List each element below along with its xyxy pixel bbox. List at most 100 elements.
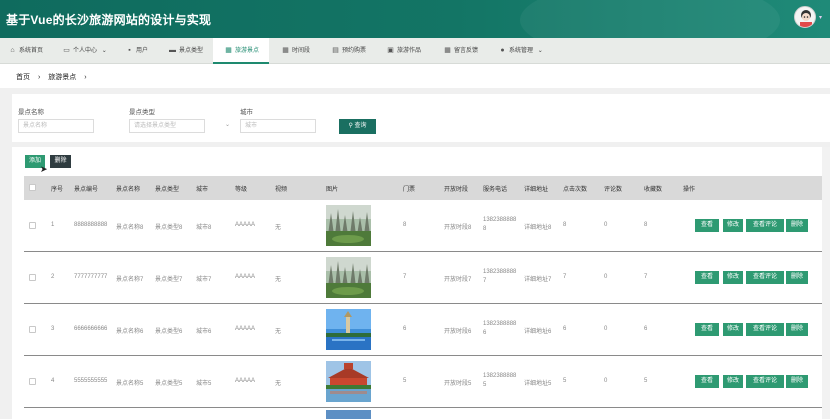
- cell-address: 详细地址6: [524, 329, 552, 335]
- nav-item-profile[interactable]: ▭ 个人中心 ⌄: [62, 38, 107, 64]
- row-delete-button[interactable]: 删除: [786, 219, 808, 232]
- column-header: 图片: [326, 187, 339, 193]
- view-button[interactable]: 查看: [695, 323, 719, 336]
- table-row: 3 6666666666 景点名称6 景点类型6 城市6 AAAAA 无 6 开…: [24, 304, 830, 356]
- column-header: 开放时段: [444, 187, 469, 193]
- row-delete-button[interactable]: 删除: [786, 375, 808, 388]
- table-row: 2 7777777777 景点名称7 景点类型7 城市7 AAAAA 无 7 开…: [24, 252, 830, 304]
- chevron-down-icon: ⌄: [101, 48, 107, 54]
- nav-item-system[interactable]: ● 系统管理 ⌄: [498, 38, 542, 64]
- view-comments-button[interactable]: 查看评论: [746, 323, 784, 336]
- cell-hours: 开放时段8: [444, 225, 472, 231]
- column-header: 城市: [196, 187, 209, 193]
- cell-type: 景点类型7: [155, 277, 183, 283]
- column-header: 详细地址: [524, 187, 549, 193]
- home-icon: ⌂: [10, 47, 15, 54]
- spot-name-input[interactable]: [18, 119, 94, 133]
- avatar[interactable]: [794, 6, 816, 28]
- spot-image: [326, 361, 371, 402]
- cell-code: 8888888888: [74, 222, 108, 228]
- printer-icon: ▣: [387, 47, 394, 54]
- edit-button[interactable]: 修改: [723, 271, 743, 284]
- nav-label: 用户: [136, 48, 149, 54]
- view-button[interactable]: 查看: [695, 271, 719, 284]
- view-comments-button[interactable]: 查看评论: [746, 375, 784, 388]
- cell-name: 景点名称7: [116, 277, 144, 283]
- cell-name: 景点名称6: [116, 329, 144, 335]
- cell-index: 4: [51, 378, 55, 384]
- nav-item-home[interactable]: ⌂ 系统首页: [8, 38, 43, 64]
- breadcrumb-home[interactable]: 首页: [16, 74, 30, 81]
- select-all-checkbox[interactable]: [29, 184, 36, 191]
- mouse-cursor-icon: ➤: [40, 164, 48, 174]
- row-delete-button[interactable]: 删除: [786, 323, 808, 336]
- table-row: 4 5555555555 景点名称5 景点类型5 城市5 AAAAA 无 5 开…: [24, 356, 830, 408]
- view-comments-button[interactable]: 查看评论: [746, 219, 784, 232]
- breadcrumb-current: 旅游景点: [48, 74, 77, 81]
- row-delete-button[interactable]: 删除: [786, 271, 808, 284]
- delete-button[interactable]: 删除: [50, 155, 71, 168]
- nav-item-booking[interactable]: ▤ 预约购票: [331, 38, 366, 64]
- city-input[interactable]: [240, 119, 316, 133]
- row-checkbox[interactable]: [29, 326, 36, 333]
- row-checkbox[interactable]: [29, 378, 36, 385]
- app-title: 基于Vue的长沙旅游网站的设计与实现: [6, 13, 212, 27]
- cell-code: 6666666666: [74, 326, 108, 332]
- breadcrumb-separator: ›: [37, 74, 41, 81]
- nav-item-feedback[interactable]: ▦ 留言反馈: [443, 38, 478, 64]
- cell-clicks: 8: [563, 222, 567, 228]
- nav-label: 景点类型: [179, 48, 204, 54]
- chevron-down-icon[interactable]: ⌄: [225, 121, 230, 128]
- nav-label: 旅游景点: [235, 48, 260, 54]
- row-checkbox[interactable]: [29, 274, 36, 281]
- column-header: 序号: [51, 187, 64, 193]
- nav-label: 时间段: [292, 48, 311, 54]
- spot-type-label: 景点类型: [129, 109, 155, 116]
- nav-label: 系统管理: [509, 48, 534, 54]
- nav-item-users[interactable]: ▪ 用户: [125, 38, 148, 64]
- spot-image: [326, 205, 371, 246]
- row-checkbox[interactable]: [29, 222, 36, 229]
- cell-name: 景点名称5: [116, 381, 144, 387]
- cell-ticket: 5: [403, 378, 407, 384]
- edit-button[interactable]: 修改: [723, 375, 743, 388]
- cell-comments: 0: [604, 274, 608, 280]
- breadcrumb-separator: ›: [84, 74, 87, 81]
- edit-button[interactable]: 修改: [723, 323, 743, 336]
- spot-name-label: 景点名称: [18, 109, 44, 116]
- spot-type-select[interactable]: [129, 119, 205, 133]
- nav-item-time-slots[interactable]: ▦ 时间段: [281, 38, 310, 64]
- top-nav: ⌂ 系统首页 ▭ 个人中心 ⌄ ▪ 用户 ▬ 景点类型 ▦ 旅游景点 ▦ 时间段 ▤ 预约购票…: [0, 38, 830, 64]
- user-card-icon: ▭: [63, 47, 70, 54]
- column-header: 收藏数: [644, 187, 663, 193]
- nav-item-spots[interactable]: ▦ 旅游景点: [213, 38, 269, 64]
- edit-button[interactable]: 修改: [723, 219, 743, 232]
- nav-item-works[interactable]: ▣ 旅游作品: [386, 38, 421, 64]
- cell-favorites: 5: [644, 378, 648, 384]
- view-comments-button[interactable]: 查看评论: [746, 271, 784, 284]
- cell-address: 详细地址5: [524, 381, 552, 387]
- nav-item-spot-types[interactable]: ▬ 景点类型: [168, 38, 203, 64]
- cell-phone: 13823888885: [483, 373, 517, 388]
- cell-clicks: 5: [563, 378, 567, 384]
- cell-grade: AAAAA: [235, 222, 256, 228]
- spot-image: [326, 410, 371, 419]
- cell-index: 3: [51, 326, 55, 332]
- view-button[interactable]: 查看: [695, 219, 719, 232]
- comment-icon: ▬: [169, 47, 176, 54]
- nav-label: 预约购票: [342, 48, 367, 54]
- cell-type: 景点类型6: [155, 329, 183, 335]
- table-row: 1 8888888888 景点名称8 景点类型8 城市8 AAAAA 无 8 开…: [24, 200, 830, 252]
- nav-label: 留言反馈: [454, 48, 479, 54]
- column-header: 点击次数: [563, 187, 588, 193]
- cell-code: 5555555555: [74, 378, 108, 384]
- column-header: 门票: [403, 187, 416, 193]
- cell-grade: AAAAA: [235, 378, 256, 384]
- search-button[interactable]: ⚲ 查询: [339, 119, 376, 134]
- view-button[interactable]: 查看: [695, 375, 719, 388]
- chevron-down-icon[interactable]: ▾: [819, 14, 822, 21]
- cell-comments: 0: [604, 222, 608, 228]
- breadcrumb: 首页 › 旅游景点 ›: [16, 72, 93, 82]
- cell-city: 城市6: [196, 329, 212, 335]
- cell-index: 1: [51, 222, 55, 228]
